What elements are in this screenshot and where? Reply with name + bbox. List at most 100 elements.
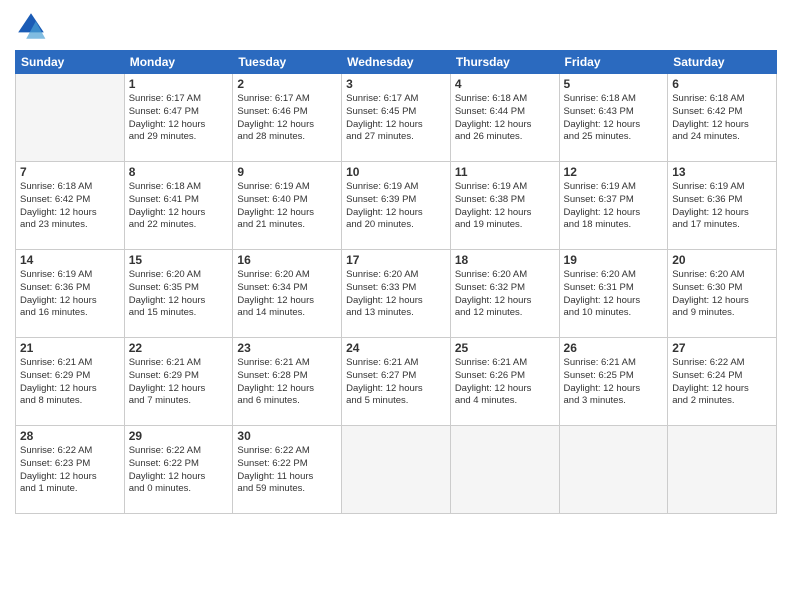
day-info: Sunrise: 6:21 AM Sunset: 6:26 PM Dayligh… (455, 357, 555, 408)
day-number: 30 (237, 429, 337, 443)
day-number: 26 (564, 341, 664, 355)
table-row: 4Sunrise: 6:18 AM Sunset: 6:44 PM Daylig… (450, 74, 559, 162)
day-info: Sunrise: 6:21 AM Sunset: 6:25 PM Dayligh… (564, 357, 664, 408)
day-info: Sunrise: 6:20 AM Sunset: 6:35 PM Dayligh… (129, 269, 229, 320)
calendar-week-row: 14Sunrise: 6:19 AM Sunset: 6:36 PM Dayli… (16, 250, 777, 338)
table-row (450, 426, 559, 514)
calendar-week-row: 1 Sunrise: 6:17 AM Sunset: 6:47 PM Daylig… (16, 74, 777, 162)
table-row (16, 74, 125, 162)
table-row: 9 Sunrise: 6:19 AM Sunset: 6:40 PM Daylig… (233, 162, 342, 250)
day-number: 19 (564, 253, 664, 267)
day-number: 22 (129, 341, 229, 355)
table-row: 26 Sunrise: 6:21 AM Sunset: 6:25 PM Dayli… (559, 338, 668, 426)
day-number: 13 (672, 165, 772, 179)
day-number: 9 (237, 165, 337, 179)
day-info: Sunrise: 6:20 AM Sunset: 6:30 PM Dayligh… (672, 269, 772, 320)
day-info: Sunrise: 6:21 AM Sunset: 6:28 PM Dayligh… (237, 357, 337, 408)
day-info: Sunrise: 6:20 AM Sunset: 6:32 PM Dayligh… (455, 269, 555, 320)
col-tuesday: Tuesday (233, 51, 342, 74)
table-row: 29 Sunrise: 6:22 AM Sunset: 6:22 PM Dayli… (124, 426, 233, 514)
day-number: 8 (129, 165, 229, 179)
table-row: 19 Sunrise: 6:20 AM Sunset: 6:31 PM Dayli… (559, 250, 668, 338)
day-info: Sunrise: 6:19 AM Sunset: 6:36 PM Dayligh… (672, 181, 772, 232)
col-saturday: Saturday (668, 51, 777, 74)
day-info: Sunrise: 6:22 AM Sunset: 6:22 PM Dayligh… (237, 445, 337, 496)
day-number: 15 (129, 253, 229, 267)
day-info: Sunrise: 6:19 AM Sunset: 6:36 PM Dayligh… (20, 269, 120, 320)
day-number: 25 (455, 341, 555, 355)
logo (15, 10, 51, 42)
day-number: 29 (129, 429, 229, 443)
day-number: 24 (346, 341, 446, 355)
day-info: Sunrise: 6:18 AM Sunset: 6:42 PM Dayligh… (672, 93, 772, 144)
table-row (342, 426, 451, 514)
day-info: Sunrise: 6:21 AM Sunset: 6:29 PM Dayligh… (129, 357, 229, 408)
day-info: Sunrise: 6:20 AM Sunset: 6:33 PM Dayligh… (346, 269, 446, 320)
col-friday: Friday (559, 51, 668, 74)
col-wednesday: Wednesday (342, 51, 451, 74)
table-row: 17 Sunrise: 6:20 AM Sunset: 6:33 PM Dayli… (342, 250, 451, 338)
calendar-week-row: 7 Sunrise: 6:18 AM Sunset: 6:42 PM Daylig… (16, 162, 777, 250)
day-number: 16 (237, 253, 337, 267)
table-row: 30 Sunrise: 6:22 AM Sunset: 6:22 PM Dayli… (233, 426, 342, 514)
table-row: 8 Sunrise: 6:18 AM Sunset: 6:41 PM Daylig… (124, 162, 233, 250)
day-info: Sunrise: 6:19 AM Sunset: 6:40 PM Dayligh… (237, 181, 337, 232)
table-row: 13 Sunrise: 6:19 AM Sunset: 6:36 PM Dayli… (668, 162, 777, 250)
day-number: 28 (20, 429, 120, 443)
day-number: 11 (455, 165, 555, 179)
day-number: 1 (129, 77, 229, 91)
table-row (668, 426, 777, 514)
col-thursday: Thursday (450, 51, 559, 74)
table-row: 18 Sunrise: 6:20 AM Sunset: 6:32 PM Dayli… (450, 250, 559, 338)
day-info: Sunrise: 6:19 AM Sunset: 6:39 PM Dayligh… (346, 181, 446, 232)
table-row: 24 Sunrise: 6:21 AM Sunset: 6:27 PM Dayli… (342, 338, 451, 426)
day-info: Sunrise: 6:18 AM Sunset: 6:41 PM Dayligh… (129, 181, 229, 232)
day-number: 27 (672, 341, 772, 355)
day-info: Sunrise: 6:17 AM Sunset: 6:45 PM Dayligh… (346, 93, 446, 144)
col-monday: Monday (124, 51, 233, 74)
table-row: 1 Sunrise: 6:17 AM Sunset: 6:47 PM Daylig… (124, 74, 233, 162)
table-row: 7 Sunrise: 6:18 AM Sunset: 6:42 PM Daylig… (16, 162, 125, 250)
day-info: Sunrise: 6:21 AM Sunset: 6:27 PM Dayligh… (346, 357, 446, 408)
col-sunday: Sunday (16, 51, 125, 74)
calendar-week-row: 21Sunrise: 6:21 AM Sunset: 6:29 PM Dayli… (16, 338, 777, 426)
day-number: 2 (237, 77, 337, 91)
day-info: Sunrise: 6:18 AM Sunset: 6:42 PM Dayligh… (20, 181, 120, 232)
table-row: 14Sunrise: 6:19 AM Sunset: 6:36 PM Dayli… (16, 250, 125, 338)
day-number: 18 (455, 253, 555, 267)
table-row: 15 Sunrise: 6:20 AM Sunset: 6:35 PM Dayli… (124, 250, 233, 338)
table-row: 16 Sunrise: 6:20 AM Sunset: 6:34 PM Dayli… (233, 250, 342, 338)
day-info: Sunrise: 6:19 AM Sunset: 6:38 PM Dayligh… (455, 181, 555, 232)
table-row: 21Sunrise: 6:21 AM Sunset: 6:29 PM Dayli… (16, 338, 125, 426)
day-info: Sunrise: 6:20 AM Sunset: 6:31 PM Dayligh… (564, 269, 664, 320)
day-info: Sunrise: 6:18 AM Sunset: 6:43 PM Dayligh… (564, 93, 664, 144)
day-info: Sunrise: 6:22 AM Sunset: 6:23 PM Dayligh… (20, 445, 120, 496)
day-info: Sunrise: 6:17 AM Sunset: 6:46 PM Dayligh… (237, 93, 337, 144)
header (15, 10, 777, 42)
day-number: 23 (237, 341, 337, 355)
day-number: 7 (20, 165, 120, 179)
day-info: Sunrise: 6:21 AM Sunset: 6:29 PM Dayligh… (20, 357, 120, 408)
day-number: 4 (455, 77, 555, 91)
table-row: 20 Sunrise: 6:20 AM Sunset: 6:30 PM Dayli… (668, 250, 777, 338)
day-number: 3 (346, 77, 446, 91)
day-info: Sunrise: 6:17 AM Sunset: 6:47 PM Dayligh… (129, 93, 229, 144)
day-info: Sunrise: 6:19 AM Sunset: 6:37 PM Dayligh… (564, 181, 664, 232)
table-row: 27Sunrise: 6:22 AM Sunset: 6:24 PM Dayli… (668, 338, 777, 426)
day-info: Sunrise: 6:20 AM Sunset: 6:34 PM Dayligh… (237, 269, 337, 320)
day-number: 17 (346, 253, 446, 267)
page: Sunday Monday Tuesday Wednesday Thursday… (0, 0, 792, 612)
day-number: 6 (672, 77, 772, 91)
table-row: 28 Sunrise: 6:22 AM Sunset: 6:23 PM Dayli… (16, 426, 125, 514)
table-row: 3 Sunrise: 6:17 AM Sunset: 6:45 PM Daylig… (342, 74, 451, 162)
day-number: 10 (346, 165, 446, 179)
table-row: 6 Sunrise: 6:18 AM Sunset: 6:42 PM Daylig… (668, 74, 777, 162)
table-row (559, 426, 668, 514)
day-info: Sunrise: 6:22 AM Sunset: 6:22 PM Dayligh… (129, 445, 229, 496)
table-row: 5 Sunrise: 6:18 AM Sunset: 6:43 PM Daylig… (559, 74, 668, 162)
day-number: 5 (564, 77, 664, 91)
table-row: 25 Sunrise: 6:21 AM Sunset: 6:26 PM Dayli… (450, 338, 559, 426)
table-row: 12Sunrise: 6:19 AM Sunset: 6:37 PM Dayli… (559, 162, 668, 250)
calendar-week-row: 28 Sunrise: 6:22 AM Sunset: 6:23 PM Dayli… (16, 426, 777, 514)
day-number: 20 (672, 253, 772, 267)
